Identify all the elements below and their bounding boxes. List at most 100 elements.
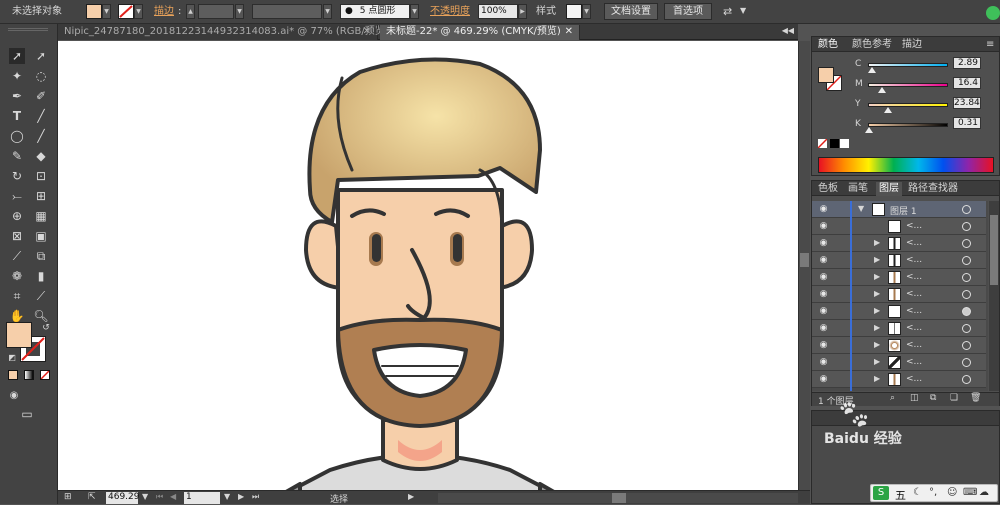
visibility-eye-icon[interactable]: ◉ [815,289,832,300]
last-page-icon[interactable]: ⏭ [252,492,259,502]
stroke-label[interactable]: 描边 [154,6,174,18]
gradient-tool-icon[interactable]: ▣ [33,228,49,244]
visibility-eye-icon[interactable]: ◉ [815,272,832,283]
delete-layer-icon[interactable]: 🗑︎ [970,393,981,403]
symbol-sprayer-icon[interactable]: ❁ [9,268,25,284]
selection-tool-icon[interactable]: ➚ [9,48,25,64]
tab-document-1[interactable]: Nipic_24787180_20181223144932314083.ai* … [58,25,389,40]
layer-name[interactable]: 图层 1 [890,204,917,217]
target-circle-icon[interactable] [962,290,971,299]
expand-arrow-icon[interactable]: ▶ [874,323,880,332]
target-circle-icon[interactable] [962,256,971,265]
sublayer-name[interactable]: <... [906,357,922,367]
sublayer-row[interactable]: ◉ ▶ <... [812,252,986,269]
m-value[interactable]: 16.4 [953,77,981,89]
visibility-eye-icon[interactable]: ◉ [815,204,832,215]
target-circle-icon[interactable] [962,222,971,231]
expand-arrow-icon[interactable]: ▼ [858,204,864,213]
stroke-weight-field[interactable] [198,4,234,19]
variable-width-profile[interactable] [252,4,322,19]
zoom-field[interactable]: 469.29 [106,492,140,504]
sublayer-row[interactable]: ◉ ▶ <... [812,337,986,354]
k-slider-handle[interactable] [865,127,873,133]
graphic-style-swatch[interactable] [566,4,582,19]
c-slider[interactable] [868,63,948,67]
white-swatch[interactable] [840,139,849,148]
tab-color-guide[interactable]: 颜色参考 [852,38,892,52]
target-circle-icon[interactable] [962,273,971,282]
ellipse-tool-icon[interactable]: ◯ [9,128,25,144]
tab-stroke[interactable]: 描边 [902,38,922,52]
k-value[interactable]: 0.31 [953,117,981,129]
fill-color-box[interactable] [6,322,32,348]
fill-dropdown-arrow[interactable]: ▼ [102,4,111,19]
expand-arrow-icon[interactable]: ▶ [874,272,880,281]
direct-selection-tool-icon[interactable]: ➚ [33,48,49,64]
next-page-icon[interactable]: ▶ [238,492,244,501]
panel-menu-icon[interactable]: ▼ [740,5,746,17]
mesh-tool-icon[interactable]: ⊠ [9,228,25,244]
opacity-arrow[interactable]: ▶ [518,4,527,19]
target-circle-icon[interactable] [962,341,971,350]
column-graph-icon[interactable]: ▮ [33,268,49,284]
prev-page-icon[interactable]: ◀ [170,492,176,501]
collapse-panels-icon[interactable]: ◀◀ [782,26,794,35]
rotate-tool-icon[interactable]: ↻ [9,168,25,184]
eyedropper-icon[interactable]: ⟋ [9,248,25,264]
eraser-icon[interactable]: ◆ [33,148,49,164]
brush-definition[interactable]: ● 5 点圆形 [340,4,410,19]
stroke-weight-stepper[interactable]: ▲ [186,4,195,19]
panel-menu-icon[interactable]: ≡ [986,38,994,52]
sublayer-row[interactable]: ◉ <... [812,218,986,235]
c-value[interactable]: 2.89 [953,57,981,69]
none-swatch[interactable] [817,138,828,149]
free-transform-icon[interactable]: ⊞ [33,188,49,204]
color-mode-button[interactable] [8,370,18,380]
black-swatch[interactable] [830,139,839,148]
target-circle-icon[interactable] [962,375,971,384]
sublayer-row[interactable]: ◉ ▶ <... [812,235,986,252]
sublayer-name[interactable]: <... [906,255,922,265]
sublayer-row[interactable]: ◉ ▶ <... [812,371,986,388]
close-icon[interactable]: ✕ [363,25,371,39]
arrange-icon[interactable]: ⇄ [723,6,732,18]
target-circle-icon[interactable] [962,324,971,333]
gradient-mode-button[interactable] [24,370,34,380]
visibility-eye-icon[interactable]: ◉ [815,340,832,351]
ime-logo-icon[interactable]: S [873,486,889,500]
tab-layers[interactable]: 图层 [876,182,902,196]
sublayer-row[interactable]: ◉ ▶ <... [812,269,986,286]
y-slider[interactable] [868,103,948,107]
visibility-eye-icon[interactable]: ◉ [815,374,832,385]
color-fill-swatch[interactable] [818,67,834,83]
visibility-eye-icon[interactable]: ◉ [815,323,832,334]
magic-wand-icon[interactable]: ✦ [9,68,25,84]
slice-tool-icon[interactable]: ⟋ [33,288,49,304]
stroke-dropdown-arrow[interactable]: ▼ [134,4,143,19]
emoji-icon[interactable]: ☺ [947,487,957,498]
perspective-grid-icon[interactable]: ▦ [33,208,49,224]
skin-icon[interactable]: ☁ [979,487,989,498]
tab-pathfinder[interactable]: 路径查找器 [908,182,958,196]
vertical-scrollbar[interactable] [798,41,810,490]
expand-arrow-icon[interactable]: ▶ [874,306,880,315]
blend-tool-icon[interactable]: ⧉ [33,248,49,264]
pencil-icon[interactable]: ✎ [9,148,25,164]
horizontal-scrollbar-thumb[interactable] [612,493,626,503]
visibility-eye-icon[interactable]: ◉ [815,306,832,317]
opacity-label[interactable]: 不透明度 [430,6,470,18]
none-mode-button[interactable] [40,370,50,380]
expand-arrow-icon[interactable]: ▶ [874,255,880,264]
target-circle-icon[interactable] [962,205,971,214]
close-icon[interactable]: ✕ [565,25,573,39]
pen-tool-icon[interactable]: ✒ [9,88,25,104]
visibility-eye-icon[interactable]: ◉ [815,357,832,368]
expand-arrow-icon[interactable]: ▶ [874,289,880,298]
target-circle-icon[interactable] [962,307,971,316]
artboard-tool-icon[interactable]: ⌗ [9,288,25,304]
ime-mode[interactable]: 五 [895,487,906,503]
layers-scrollbar[interactable] [989,201,999,391]
shape-builder-icon[interactable]: ⊕ [9,208,25,224]
page-arrow-icon[interactable]: ▼ [224,492,230,501]
paintbrush-icon[interactable]: ╱ [33,128,49,144]
